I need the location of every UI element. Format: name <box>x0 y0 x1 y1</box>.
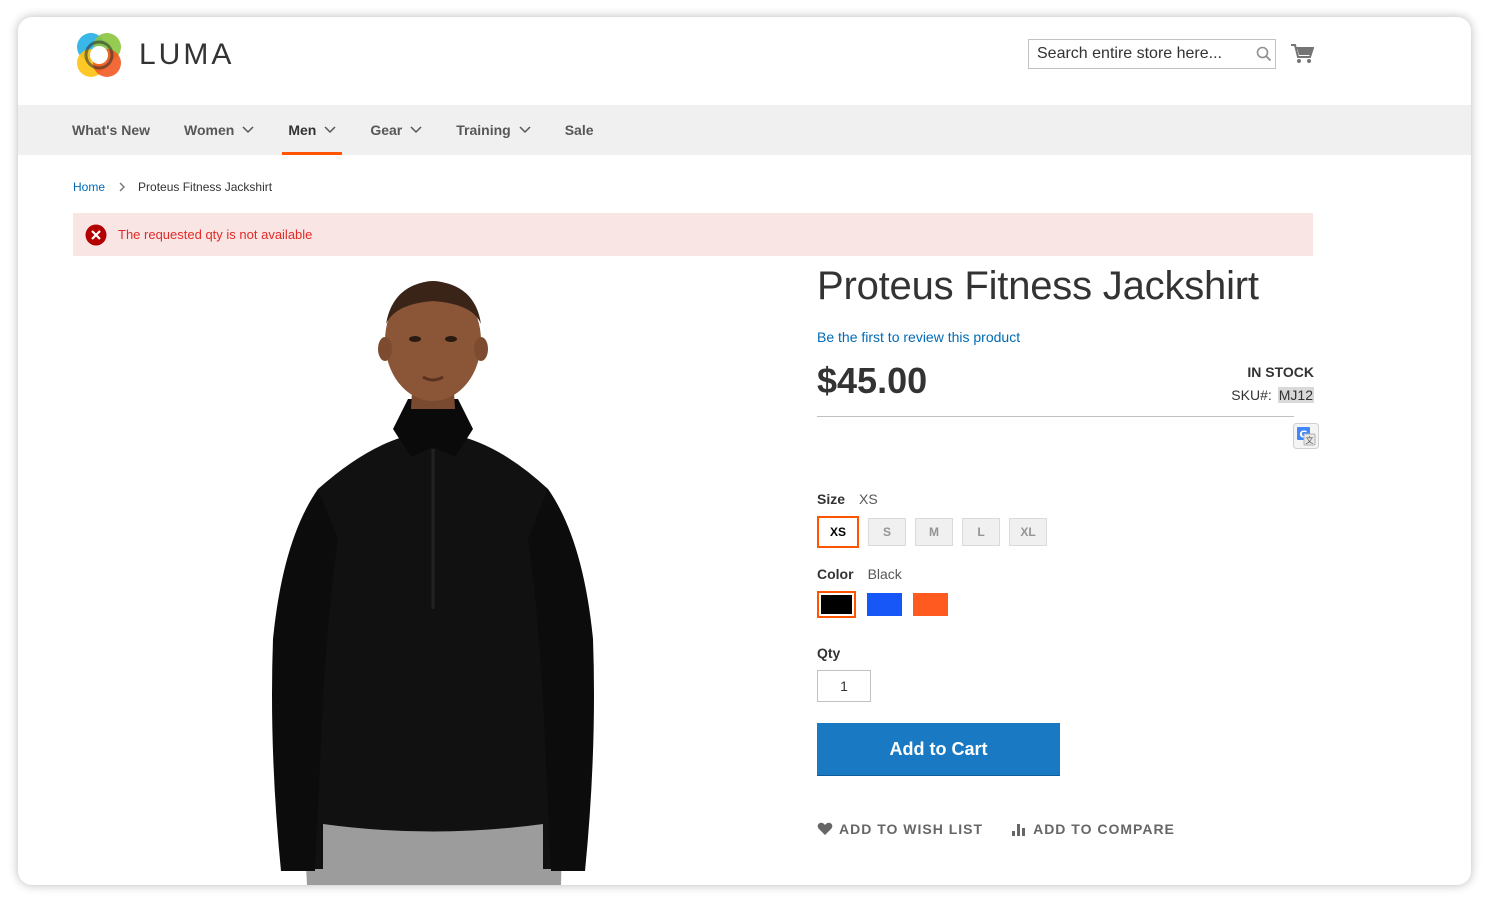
qty-input[interactable] <box>817 670 871 702</box>
product-title: Proteus Fitness Jackshirt <box>817 264 1259 308</box>
search-icon[interactable] <box>1252 46 1275 62</box>
error-message: The requested qty is not available <box>73 213 1313 256</box>
qty-label: Qty <box>817 645 841 661</box>
nav-item-whats-new[interactable]: What's New <box>72 105 167 155</box>
luma-logo-icon <box>77 33 121 77</box>
luma-logo[interactable]: LUMA <box>73 29 234 81</box>
chevron-right-icon <box>119 182 126 192</box>
product-actions: Add to Wish List Add to Compare <box>817 821 1203 837</box>
add-to-compare-link[interactable]: Add to Compare <box>1011 821 1175 837</box>
browser-window: LUMA What's New Women Men Gear Training … <box>18 17 1471 885</box>
size-options: XS S M L XL <box>817 516 1056 548</box>
heart-icon <box>817 822 833 836</box>
error-message-text: The requested qty is not available <box>118 227 313 242</box>
add-to-wishlist-link[interactable]: Add to Wish List <box>817 821 983 837</box>
size-option-xl[interactable]: XL <box>1009 518 1047 546</box>
size-selected-value: XS <box>859 491 878 507</box>
compare-icon <box>1011 822 1027 836</box>
error-icon <box>85 224 107 246</box>
size-option-m[interactable]: M <box>915 518 953 546</box>
breadcrumb: Home Proteus Fitness Jackshirt <box>73 180 272 194</box>
chevron-down-icon <box>410 126 422 134</box>
sku-label: SKU#: <box>1231 387 1272 403</box>
color-swatch-orange[interactable] <box>913 593 948 616</box>
color-swatch-black[interactable] <box>817 591 856 618</box>
size-option-xs[interactable]: XS <box>817 516 859 548</box>
product-image[interactable] <box>243 279 623 885</box>
product-info: Proteus Fitness Jackshirt Be the first t… <box>817 262 1319 837</box>
product-price: $45.00 <box>817 360 928 401</box>
stock-status: In stock <box>1247 364 1314 380</box>
color-options <box>817 591 959 618</box>
nav-item-men[interactable]: Men <box>271 105 353 155</box>
chevron-down-icon <box>242 126 254 134</box>
nav-item-gear[interactable]: Gear <box>353 105 439 155</box>
color-label: Color Black <box>817 566 902 582</box>
translate-icon[interactable]: G文 <box>1293 423 1319 454</box>
nav-item-women[interactable]: Women <box>167 105 271 155</box>
chevron-down-icon <box>324 126 336 134</box>
main-navigation: What's New Women Men Gear Training Sale <box>18 105 1471 155</box>
nav-item-training[interactable]: Training <box>439 105 547 155</box>
add-to-cart-button[interactable]: Add to Cart <box>817 723 1060 775</box>
logo-text: LUMA <box>139 38 235 71</box>
cart-icon[interactable] <box>1290 43 1315 70</box>
divider <box>817 416 1294 417</box>
color-swatch-blue[interactable] <box>867 593 902 616</box>
chevron-down-icon <box>519 126 531 134</box>
nav-item-sale[interactable]: Sale <box>548 105 611 155</box>
breadcrumb-current: Proteus Fitness Jackshirt <box>138 180 273 194</box>
review-link[interactable]: Be the first to review this product <box>817 329 1020 345</box>
svg-text:文: 文 <box>1306 435 1314 445</box>
search-input[interactable] <box>1029 41 1252 67</box>
search-box[interactable] <box>1028 39 1276 69</box>
color-selected-value: Black <box>867 566 902 582</box>
sku: SKU#: MJ12 <box>1231 387 1314 403</box>
size-label: Size XS <box>817 491 878 507</box>
sku-value: MJ12 <box>1277 387 1314 403</box>
breadcrumb-home-link[interactable]: Home <box>73 180 105 194</box>
size-option-l[interactable]: L <box>962 518 1000 546</box>
size-option-s[interactable]: S <box>868 518 906 546</box>
